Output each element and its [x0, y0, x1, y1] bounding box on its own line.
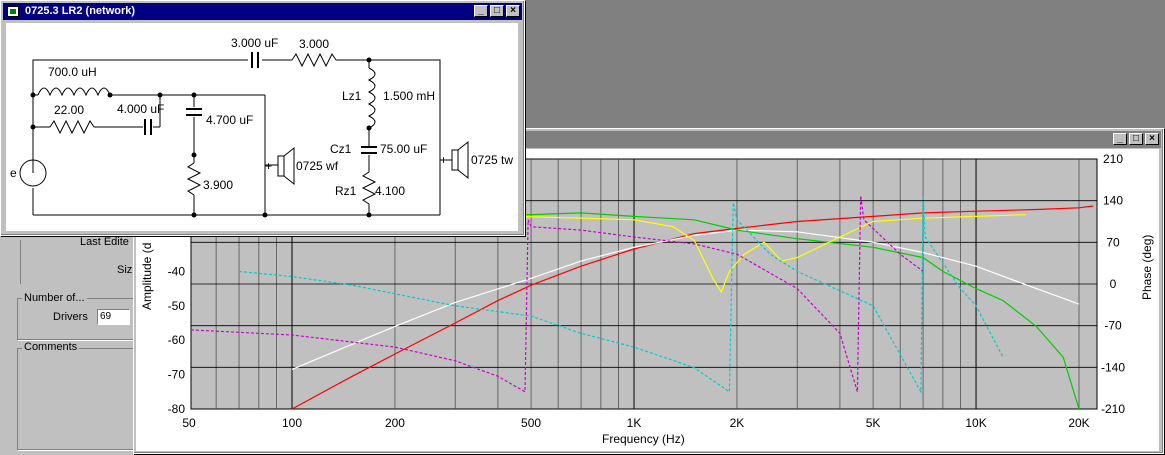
- y-tick-label: -70: [168, 368, 186, 382]
- r-39-resistor[interactable]: [186, 162, 202, 196]
- y2-tick-label: 0: [1110, 277, 1117, 291]
- y2-tick-label: 210: [1103, 152, 1123, 166]
- l-main-inductor[interactable]: [37, 87, 111, 97]
- woofer-cone: [283, 146, 295, 186]
- tweeter-driver[interactable]: [451, 149, 459, 171]
- label-plus-tw: +: [440, 153, 448, 167]
- x-tick-label: 200: [385, 416, 405, 430]
- x-tick-label: 50: [182, 416, 196, 430]
- label-l-main: 700.0 uH: [48, 65, 97, 79]
- lz1-inductor[interactable]: [367, 67, 376, 129]
- label-r-39: 3.900: [203, 178, 234, 192]
- label-plus-wf: +: [265, 159, 273, 173]
- y2-tick-label: 140: [1103, 194, 1123, 208]
- label-c-47: 4.700 uF: [206, 113, 254, 127]
- label-source: e: [10, 166, 17, 180]
- label-lz1-name: Lz1: [342, 89, 362, 103]
- tweeter-cone: [457, 140, 469, 180]
- label-rz1-value: 4.100: [375, 184, 406, 198]
- x-tick-label: 500: [521, 416, 541, 430]
- r-22-resistor[interactable]: [49, 119, 95, 135]
- label-c-4: 4.000 uF: [117, 102, 165, 116]
- y2-tick-label: -140: [1101, 360, 1125, 374]
- y2-tick-label: 70: [1106, 235, 1120, 249]
- x-tick-label: 5K: [866, 416, 881, 430]
- r1-resistor[interactable]: [291, 52, 337, 68]
- woofer-driver[interactable]: [277, 155, 285, 177]
- label-r1: 3.000: [299, 37, 330, 51]
- label-r-22: 22.00: [54, 103, 85, 117]
- x-tick-label: 100: [282, 416, 302, 430]
- label-rz1-name: Rz1: [335, 184, 357, 198]
- rz1-resistor[interactable]: [361, 171, 377, 205]
- y-tick-label: -80: [168, 402, 186, 416]
- label-cz1-name: Cz1: [330, 142, 352, 156]
- label-lz1-value: 1.500 mH: [383, 89, 436, 103]
- label-cz1-value: 75.00 uF: [380, 142, 428, 156]
- label-woofer: 0725 wf: [296, 159, 339, 173]
- x-tick-label: 2K: [730, 416, 745, 430]
- x-tick-label: 20K: [1068, 416, 1089, 430]
- y2-tick-label: -210: [1101, 402, 1125, 416]
- y-tick-label: -40: [168, 264, 186, 278]
- label-c1: 3.000 uF: [231, 36, 279, 50]
- x-tick-label: 1K: [627, 416, 642, 430]
- label-tweeter: 0725 tw: [471, 153, 514, 167]
- y2-tick-label: -70: [1104, 319, 1122, 333]
- x-tick-label: 10K: [965, 416, 986, 430]
- y-tick-label: -60: [168, 333, 186, 347]
- y-tick-label: -50: [168, 299, 186, 313]
